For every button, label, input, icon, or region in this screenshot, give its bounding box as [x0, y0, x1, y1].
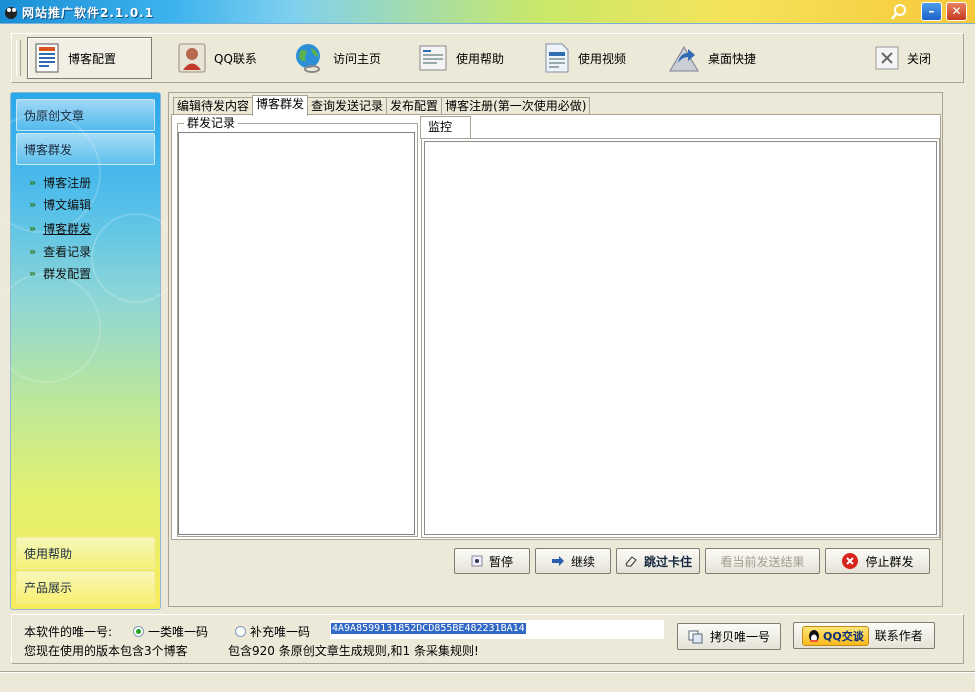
- uid-value: 4A9A8599131852DCD855BE482231BA14: [331, 623, 526, 634]
- double-arrow-icon: »: [29, 244, 37, 258]
- sidebar-item-label: 博文编辑: [43, 197, 92, 212]
- tab-page: 群发记录 监控: [171, 114, 941, 540]
- shortcut-icon: [669, 46, 699, 72]
- eraser-icon: [625, 556, 637, 567]
- copy-uid-label: 拷贝唯一号: [710, 630, 771, 644]
- document-icon: [35, 43, 59, 73]
- visit-homepage-label: 访问主页: [333, 51, 382, 66]
- group-title: 群发记录: [184, 117, 239, 129]
- radio-unselected: [235, 626, 246, 637]
- globe-icon: [296, 44, 320, 73]
- double-arrow-icon: »: [29, 175, 37, 189]
- decor-swirl: [0, 273, 101, 383]
- visit-homepage-button[interactable]: 访问主页: [287, 37, 397, 79]
- sidebar-item-label: 查看记录: [43, 244, 92, 259]
- send-records-group: 群发记录: [177, 117, 418, 537]
- sidebar-section-pseudo-original[interactable]: 伪原创文章: [16, 99, 155, 131]
- user-icon: [178, 43, 206, 73]
- sidebar-item-label: 博客注册: [43, 175, 92, 190]
- status-area: 本软件的唯一号: 一类唯一码 补充唯一码 4A9A8599131852DCD85…: [11, 614, 964, 664]
- pause-label: 暂停: [488, 554, 513, 569]
- left-sidebar: 伪原创文章 博客群发 » 博客注册 » 博文编辑 » 博客群发 » 查看记录 »…: [0, 92, 181, 610]
- monitor-view[interactable]: [424, 141, 937, 535]
- skip-stuck-button[interactable]: 跳过卡住: [616, 548, 700, 574]
- sidebar-item-label: 博客群发: [43, 221, 92, 236]
- minimize-button[interactable]: –: [921, 2, 942, 21]
- sidebar-item-label: 群发配置: [43, 266, 92, 281]
- sidebar-item-mass-config[interactable]: » 群发配置: [29, 264, 91, 282]
- close-app-button[interactable]: 关闭: [869, 37, 949, 79]
- window-title: 网站推广软件2.1.0.1: [22, 6, 155, 20]
- stop-mass-send-label: 停止群发: [865, 554, 914, 569]
- radio-type-one-label: 一类唯一码: [148, 625, 209, 639]
- tab-monitor[interactable]: 监控: [420, 116, 471, 139]
- desktop-shortcut-label: 桌面快捷: [708, 51, 757, 66]
- copy-uid-button[interactable]: 拷贝唯一号: [677, 623, 781, 650]
- blog-config-button[interactable]: 博客配置: [27, 37, 152, 79]
- tab-blog-mass-send[interactable]: 博客群发: [252, 95, 309, 116]
- video-document-icon: [545, 43, 569, 73]
- pause-icon: [471, 555, 483, 567]
- pause-button[interactable]: 暂停: [454, 548, 530, 574]
- double-arrow-icon: »: [29, 266, 37, 280]
- radio-type-one[interactable]: 一类唯一码: [133, 623, 208, 640]
- arrow-right-icon: [551, 556, 564, 566]
- status-bar: [0, 672, 975, 692]
- app-icon: [5, 7, 17, 19]
- version-info: 您现在使用的版本包含3个博客: [24, 644, 188, 658]
- search-icon[interactable]: [890, 3, 908, 21]
- qq-contact-button[interactable]: QQ联系: [172, 37, 272, 79]
- sidebar-section-blog-mass[interactable]: 博客群发: [16, 133, 155, 165]
- qq-contact-label: QQ联系: [214, 51, 257, 66]
- radio-supplement-label: 补充唯一码: [250, 625, 311, 639]
- close-app-label: 关闭: [907, 51, 932, 66]
- main-toolbar: 博客配置 QQ联系 访问主页 使用帮助 使用视频 桌面快捷 关闭: [11, 33, 964, 83]
- qq-badge: QQ交谈: [802, 625, 869, 646]
- help-button[interactable]: 使用帮助: [412, 37, 517, 79]
- radio-selected: [133, 626, 144, 637]
- resume-button[interactable]: 继续: [535, 548, 611, 574]
- sidebar-section-products[interactable]: 产品展示: [16, 571, 155, 603]
- uid-field[interactable]: 4A9A8599131852DCD855BE482231BA14: [330, 620, 664, 639]
- contact-author-button[interactable]: QQ交谈 联系作者: [793, 622, 935, 649]
- main-tabs: 编辑待发内容 博客群发 查询发送记录 发布配置 博客注册(第一次使用必做): [173, 95, 591, 116]
- title-bar: 网站推广软件2.1.0.1 – ✕: [0, 0, 975, 24]
- sidebar-item-post-edit[interactable]: » 博文编辑: [29, 195, 91, 213]
- help-label: 使用帮助: [456, 51, 505, 66]
- view-result-button[interactable]: 看当前发送结果: [705, 548, 820, 574]
- sidebar-item-blog-mass-send[interactable]: » 博客群发: [29, 219, 91, 237]
- sidebar-section-help[interactable]: 使用帮助: [16, 537, 155, 569]
- sidebar-item-blog-register[interactable]: » 博客注册: [29, 173, 91, 191]
- skip-stuck-label: 跳过卡住: [643, 554, 692, 569]
- video-button[interactable]: 使用视频: [538, 37, 643, 79]
- qq-badge-label: QQ交谈: [823, 629, 864, 643]
- stop-icon: [842, 553, 859, 569]
- main-panel: 编辑待发内容 博客群发 查询发送记录 发布配置 博客注册(第一次使用必做) 群发…: [168, 92, 943, 607]
- uid-label: 本软件的唯一号:: [24, 625, 113, 639]
- close-icon: [875, 46, 899, 70]
- double-arrow-icon: »: [29, 221, 37, 235]
- monitor-panel: [421, 138, 940, 538]
- radio-supplement[interactable]: 补充唯一码: [235, 623, 310, 640]
- rules-info: 包含920 条原创文章生成规则,和1 条采集规则!: [228, 644, 479, 658]
- resume-label: 继续: [570, 554, 595, 569]
- send-records-list[interactable]: [178, 132, 415, 535]
- help-document-icon: [419, 45, 447, 71]
- video-label: 使用视频: [578, 51, 627, 66]
- copy-icon: [688, 630, 703, 643]
- contact-author-label: 联系作者: [874, 629, 923, 643]
- view-result-label: 看当前发送结果: [720, 554, 805, 569]
- sidebar-item-view-records[interactable]: » 查看记录: [29, 242, 91, 260]
- double-arrow-icon: »: [29, 197, 37, 211]
- stop-mass-send-button[interactable]: 停止群发: [825, 548, 930, 574]
- blog-config-label: 博客配置: [68, 51, 117, 66]
- penguin-icon: [809, 629, 819, 642]
- desktop-shortcut-button[interactable]: 桌面快捷: [662, 37, 772, 79]
- close-window-button[interactable]: ✕: [946, 2, 967, 21]
